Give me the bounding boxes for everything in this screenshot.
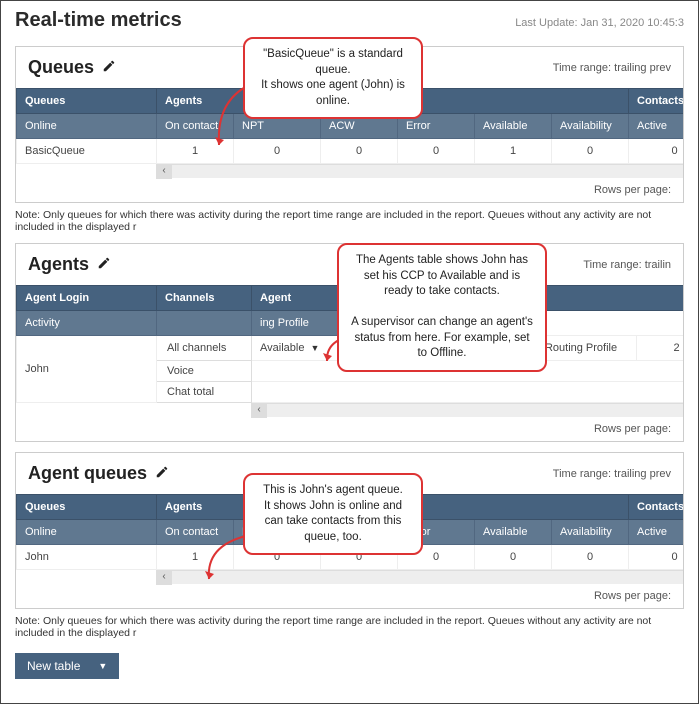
note-text: Note: Only queues for which there was ac… (1, 203, 698, 233)
col-available[interactable]: Available (475, 114, 552, 139)
cell-npt: 0 (321, 139, 398, 164)
cell-channel-all[interactable]: All channels (157, 336, 252, 361)
col-contacts[interactable]: Contacts (629, 89, 684, 114)
scroll-left-icon[interactable]: ‹ (156, 571, 172, 585)
table-row[interactable]: BasicQueue 1 0 0 0 1 0 0 (17, 139, 684, 164)
cell-error: 1 (475, 139, 552, 164)
col-available[interactable]: Available (475, 520, 552, 545)
col-blank (157, 311, 252, 336)
time-range: Time range: trailin (583, 259, 671, 271)
col-online[interactable]: Online (17, 520, 157, 545)
last-update: Last Update: Jan 31, 2020 10:45:3 (515, 17, 684, 29)
callout-agents: The Agents table shows John has set his … (337, 243, 547, 372)
button-label: New table (27, 659, 80, 673)
header: Real-time metrics Last Update: Jan 31, 2… (1, 1, 698, 36)
activity-value: Available (260, 342, 304, 354)
note-text: Note: Only queues for which there was ac… (1, 609, 698, 639)
rows-per-page[interactable]: Rows per page: (16, 417, 683, 441)
cell-capacity: 2 (637, 336, 684, 361)
horizontal-scrollbar[interactable]: ‹ (156, 570, 683, 584)
col-active[interactable]: Active (629, 114, 684, 139)
rows-per-page[interactable]: Rows per page: (16, 584, 683, 608)
col-on-contact[interactable]: On contact (157, 520, 234, 545)
col-online[interactable]: Online (17, 114, 157, 139)
cell-available: 0 (552, 139, 629, 164)
col-activity[interactable]: Activity (17, 311, 157, 336)
col-on-contact[interactable]: On contact (157, 114, 234, 139)
callout-basic-queue: "BasicQueue" is a standard queue. It sho… (243, 37, 423, 119)
pencil-icon[interactable] (97, 256, 111, 273)
cell-online: 1 (157, 139, 234, 164)
scroll-left-icon[interactable]: ‹ (156, 165, 172, 179)
cell-queue-name: BasicQueue (17, 139, 157, 164)
cell-available: 0 (552, 545, 629, 570)
scroll-left-icon[interactable]: ‹ (251, 404, 267, 418)
horizontal-scrollbar[interactable]: ‹ (251, 403, 683, 417)
chevron-down-icon: ▼ (98, 661, 107, 671)
new-table-button[interactable]: New table ▼ (15, 653, 119, 679)
page: Real-time metrics Last Update: Jan 31, 2… (0, 0, 699, 704)
callout-text: The Agents table shows John has set his … (351, 254, 533, 359)
panel-title: Agent queues (28, 463, 147, 484)
col-availability[interactable]: Availability (552, 520, 629, 545)
col-active[interactable]: Active (629, 520, 684, 545)
cell-agent-login: John (17, 336, 157, 403)
cell-channel-voice[interactable]: Voice (157, 361, 252, 382)
col-queues[interactable]: Queues (17, 89, 157, 114)
time-range: Time range: trailing prev (553, 468, 671, 480)
cell-availability: 0 (629, 545, 684, 570)
cell-acw: 0 (398, 139, 475, 164)
horizontal-scrollbar[interactable]: ‹ (156, 164, 683, 178)
page-title: Real-time metrics (15, 9, 182, 32)
pencil-icon[interactable] (102, 59, 116, 76)
cell-queue-name: John (17, 545, 157, 570)
cell-online: 1 (157, 545, 234, 570)
cell-on-contact: 0 (234, 139, 321, 164)
rows-per-page[interactable]: Rows per page: (16, 178, 683, 202)
pencil-icon[interactable] (155, 465, 169, 482)
chevron-down-icon[interactable]: ▼ (310, 343, 319, 353)
col-agent-login[interactable]: Agent Login (17, 286, 157, 311)
time-range: Time range: trailing prev (553, 62, 671, 74)
callout-agent-queues: This is John's agent queue. It shows Joh… (243, 473, 423, 555)
callout-text: This is John's agent queue. It shows Joh… (263, 484, 403, 543)
cell-error: 0 (475, 545, 552, 570)
col-queues[interactable]: Queues (17, 495, 157, 520)
cell-channel-chat[interactable]: Chat total (157, 382, 252, 403)
col-channels[interactable]: Channels (157, 286, 252, 311)
callout-text: "BasicQueue" is a standard queue. It sho… (261, 48, 405, 107)
cell-availability: 0 (629, 139, 684, 164)
col-contacts[interactable]: Contacts (629, 495, 684, 520)
panel-title: Queues (28, 57, 94, 78)
col-availability[interactable]: Availability (552, 114, 629, 139)
panel-title: Agents (28, 254, 89, 275)
